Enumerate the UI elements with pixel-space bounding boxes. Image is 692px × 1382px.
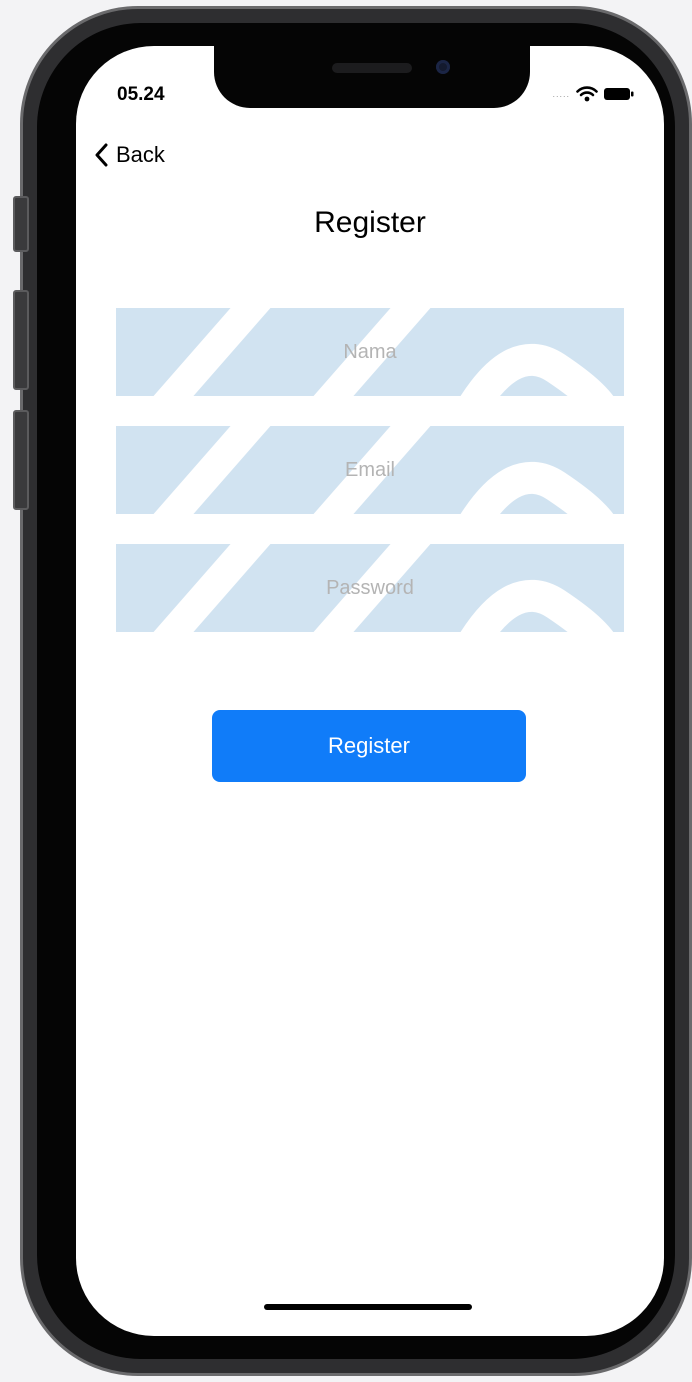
volume-up-button [13,290,29,390]
back-label: Back [116,142,165,167]
home-indicator[interactable] [264,1304,472,1310]
chevron-left-icon [95,143,108,167]
wifi-icon [576,86,598,102]
battery-icon [604,88,634,100]
status-time: 05.24 [117,84,165,105]
app-screen: 05.24 ..... Back Register Nama Email Reg… [76,46,664,1336]
earpiece-speaker [332,63,412,73]
notch [214,46,530,108]
back-button[interactable]: Back [94,142,165,168]
mute-switch [13,196,29,252]
password-field-container [116,544,624,632]
volume-down-button [13,410,29,510]
page-title: Register [314,206,426,239]
email-field-container [116,426,624,514]
name-input[interactable] [116,308,624,396]
status-indicators: ..... [552,86,634,102]
signal-dots: ..... [552,89,570,99]
front-camera-icon [436,60,450,74]
password-input[interactable] [116,544,624,632]
register-button[interactable]: Register [212,710,526,782]
email-input[interactable] [116,426,624,514]
name-field-container [116,308,624,396]
